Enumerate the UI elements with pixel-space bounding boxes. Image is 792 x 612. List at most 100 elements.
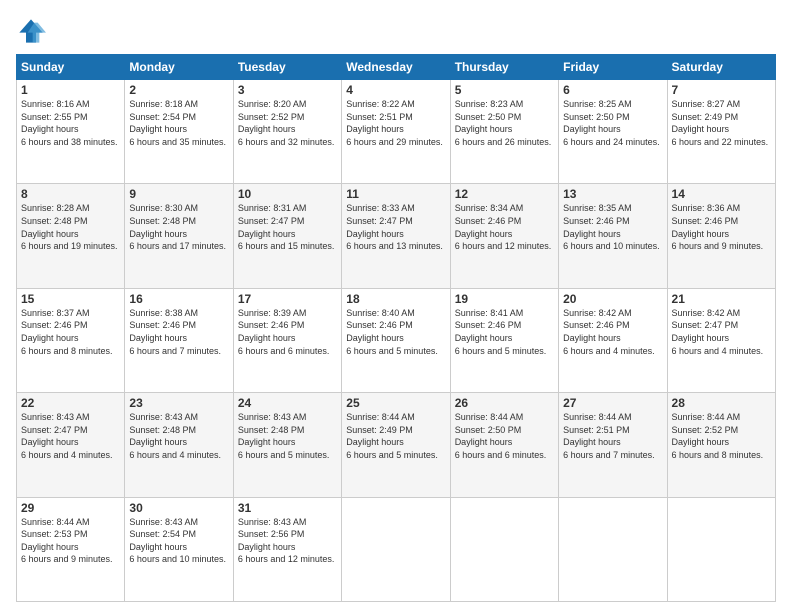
calendar-cell: 25 Sunrise: 8:44 AM Sunset: 2:49 PM Dayl… <box>342 393 450 497</box>
day-info: Sunrise: 8:22 AM Sunset: 2:51 PM Dayligh… <box>346 98 445 148</box>
day-info: Sunrise: 8:16 AM Sunset: 2:55 PM Dayligh… <box>21 98 120 148</box>
day-info: Sunrise: 8:43 AM Sunset: 2:48 PM Dayligh… <box>238 411 337 461</box>
day-info: Sunrise: 8:44 AM Sunset: 2:49 PM Dayligh… <box>346 411 445 461</box>
day-number: 5 <box>455 83 554 97</box>
calendar-cell: 29 Sunrise: 8:44 AM Sunset: 2:53 PM Dayl… <box>17 497 125 601</box>
day-info: Sunrise: 8:36 AM Sunset: 2:46 PM Dayligh… <box>672 202 771 252</box>
calendar-cell <box>559 497 667 601</box>
day-number: 28 <box>672 396 771 410</box>
weekday-header-tuesday: Tuesday <box>233 55 341 80</box>
calendar-table: SundayMondayTuesdayWednesdayThursdayFrid… <box>16 54 776 602</box>
day-number: 24 <box>238 396 337 410</box>
day-info: Sunrise: 8:42 AM Sunset: 2:47 PM Dayligh… <box>672 307 771 357</box>
calendar-cell <box>667 497 775 601</box>
day-number: 3 <box>238 83 337 97</box>
calendar-cell: 16 Sunrise: 8:38 AM Sunset: 2:46 PM Dayl… <box>125 288 233 392</box>
calendar-cell: 26 Sunrise: 8:44 AM Sunset: 2:50 PM Dayl… <box>450 393 558 497</box>
day-info: Sunrise: 8:43 AM Sunset: 2:48 PM Dayligh… <box>129 411 228 461</box>
day-number: 14 <box>672 187 771 201</box>
calendar-cell: 8 Sunrise: 8:28 AM Sunset: 2:48 PM Dayli… <box>17 184 125 288</box>
day-info: Sunrise: 8:42 AM Sunset: 2:46 PM Dayligh… <box>563 307 662 357</box>
calendar-cell: 6 Sunrise: 8:25 AM Sunset: 2:50 PM Dayli… <box>559 80 667 184</box>
week-row-4: 22 Sunrise: 8:43 AM Sunset: 2:47 PM Dayl… <box>17 393 776 497</box>
calendar-cell: 30 Sunrise: 8:43 AM Sunset: 2:54 PM Dayl… <box>125 497 233 601</box>
day-info: Sunrise: 8:44 AM Sunset: 2:50 PM Dayligh… <box>455 411 554 461</box>
day-number: 30 <box>129 501 228 515</box>
day-number: 8 <box>21 187 120 201</box>
logo <box>16 16 50 46</box>
week-row-1: 1 Sunrise: 8:16 AM Sunset: 2:55 PM Dayli… <box>17 80 776 184</box>
weekday-header-saturday: Saturday <box>667 55 775 80</box>
calendar-cell: 27 Sunrise: 8:44 AM Sunset: 2:51 PM Dayl… <box>559 393 667 497</box>
week-row-3: 15 Sunrise: 8:37 AM Sunset: 2:46 PM Dayl… <box>17 288 776 392</box>
day-info: Sunrise: 8:20 AM Sunset: 2:52 PM Dayligh… <box>238 98 337 148</box>
calendar-cell: 18 Sunrise: 8:40 AM Sunset: 2:46 PM Dayl… <box>342 288 450 392</box>
day-info: Sunrise: 8:23 AM Sunset: 2:50 PM Dayligh… <box>455 98 554 148</box>
day-number: 6 <box>563 83 662 97</box>
day-number: 15 <box>21 292 120 306</box>
day-number: 12 <box>455 187 554 201</box>
calendar-cell: 7 Sunrise: 8:27 AM Sunset: 2:49 PM Dayli… <box>667 80 775 184</box>
weekday-header-wednesday: Wednesday <box>342 55 450 80</box>
calendar-cell: 3 Sunrise: 8:20 AM Sunset: 2:52 PM Dayli… <box>233 80 341 184</box>
day-number: 10 <box>238 187 337 201</box>
day-number: 29 <box>21 501 120 515</box>
day-info: Sunrise: 8:44 AM Sunset: 2:52 PM Dayligh… <box>672 411 771 461</box>
calendar-cell: 2 Sunrise: 8:18 AM Sunset: 2:54 PM Dayli… <box>125 80 233 184</box>
calendar-cell: 22 Sunrise: 8:43 AM Sunset: 2:47 PM Dayl… <box>17 393 125 497</box>
day-info: Sunrise: 8:37 AM Sunset: 2:46 PM Dayligh… <box>21 307 120 357</box>
day-number: 31 <box>238 501 337 515</box>
day-number: 25 <box>346 396 445 410</box>
calendar-cell: 21 Sunrise: 8:42 AM Sunset: 2:47 PM Dayl… <box>667 288 775 392</box>
day-info: Sunrise: 8:28 AM Sunset: 2:48 PM Dayligh… <box>21 202 120 252</box>
calendar-cell <box>450 497 558 601</box>
day-info: Sunrise: 8:43 AM Sunset: 2:47 PM Dayligh… <box>21 411 120 461</box>
page: SundayMondayTuesdayWednesdayThursdayFrid… <box>0 0 792 612</box>
day-info: Sunrise: 8:25 AM Sunset: 2:50 PM Dayligh… <box>563 98 662 148</box>
day-number: 23 <box>129 396 228 410</box>
day-number: 20 <box>563 292 662 306</box>
day-info: Sunrise: 8:27 AM Sunset: 2:49 PM Dayligh… <box>672 98 771 148</box>
day-info: Sunrise: 8:38 AM Sunset: 2:46 PM Dayligh… <box>129 307 228 357</box>
weekday-header-sunday: Sunday <box>17 55 125 80</box>
calendar-cell: 15 Sunrise: 8:37 AM Sunset: 2:46 PM Dayl… <box>17 288 125 392</box>
day-info: Sunrise: 8:34 AM Sunset: 2:46 PM Dayligh… <box>455 202 554 252</box>
calendar-cell: 19 Sunrise: 8:41 AM Sunset: 2:46 PM Dayl… <box>450 288 558 392</box>
calendar-cell: 10 Sunrise: 8:31 AM Sunset: 2:47 PM Dayl… <box>233 184 341 288</box>
weekday-header-thursday: Thursday <box>450 55 558 80</box>
calendar-cell: 5 Sunrise: 8:23 AM Sunset: 2:50 PM Dayli… <box>450 80 558 184</box>
day-info: Sunrise: 8:40 AM Sunset: 2:46 PM Dayligh… <box>346 307 445 357</box>
day-info: Sunrise: 8:35 AM Sunset: 2:46 PM Dayligh… <box>563 202 662 252</box>
day-number: 19 <box>455 292 554 306</box>
calendar-cell: 17 Sunrise: 8:39 AM Sunset: 2:46 PM Dayl… <box>233 288 341 392</box>
day-info: Sunrise: 8:41 AM Sunset: 2:46 PM Dayligh… <box>455 307 554 357</box>
day-number: 13 <box>563 187 662 201</box>
day-info: Sunrise: 8:39 AM Sunset: 2:46 PM Dayligh… <box>238 307 337 357</box>
calendar-cell: 13 Sunrise: 8:35 AM Sunset: 2:46 PM Dayl… <box>559 184 667 288</box>
day-number: 4 <box>346 83 445 97</box>
weekday-header-monday: Monday <box>125 55 233 80</box>
calendar-cell: 24 Sunrise: 8:43 AM Sunset: 2:48 PM Dayl… <box>233 393 341 497</box>
calendar-cell: 9 Sunrise: 8:30 AM Sunset: 2:48 PM Dayli… <box>125 184 233 288</box>
week-row-2: 8 Sunrise: 8:28 AM Sunset: 2:48 PM Dayli… <box>17 184 776 288</box>
day-number: 11 <box>346 187 445 201</box>
day-info: Sunrise: 8:18 AM Sunset: 2:54 PM Dayligh… <box>129 98 228 148</box>
day-number: 18 <box>346 292 445 306</box>
calendar-cell: 28 Sunrise: 8:44 AM Sunset: 2:52 PM Dayl… <box>667 393 775 497</box>
day-number: 1 <box>21 83 120 97</box>
calendar-cell: 11 Sunrise: 8:33 AM Sunset: 2:47 PM Dayl… <box>342 184 450 288</box>
day-number: 9 <box>129 187 228 201</box>
day-number: 17 <box>238 292 337 306</box>
day-number: 16 <box>129 292 228 306</box>
day-info: Sunrise: 8:30 AM Sunset: 2:48 PM Dayligh… <box>129 202 228 252</box>
calendar-cell: 23 Sunrise: 8:43 AM Sunset: 2:48 PM Dayl… <box>125 393 233 497</box>
calendar-cell: 1 Sunrise: 8:16 AM Sunset: 2:55 PM Dayli… <box>17 80 125 184</box>
calendar-cell: 12 Sunrise: 8:34 AM Sunset: 2:46 PM Dayl… <box>450 184 558 288</box>
calendar-cell: 4 Sunrise: 8:22 AM Sunset: 2:51 PM Dayli… <box>342 80 450 184</box>
day-number: 2 <box>129 83 228 97</box>
day-number: 7 <box>672 83 771 97</box>
day-number: 26 <box>455 396 554 410</box>
weekday-header-friday: Friday <box>559 55 667 80</box>
day-number: 21 <box>672 292 771 306</box>
calendar-cell: 20 Sunrise: 8:42 AM Sunset: 2:46 PM Dayl… <box>559 288 667 392</box>
